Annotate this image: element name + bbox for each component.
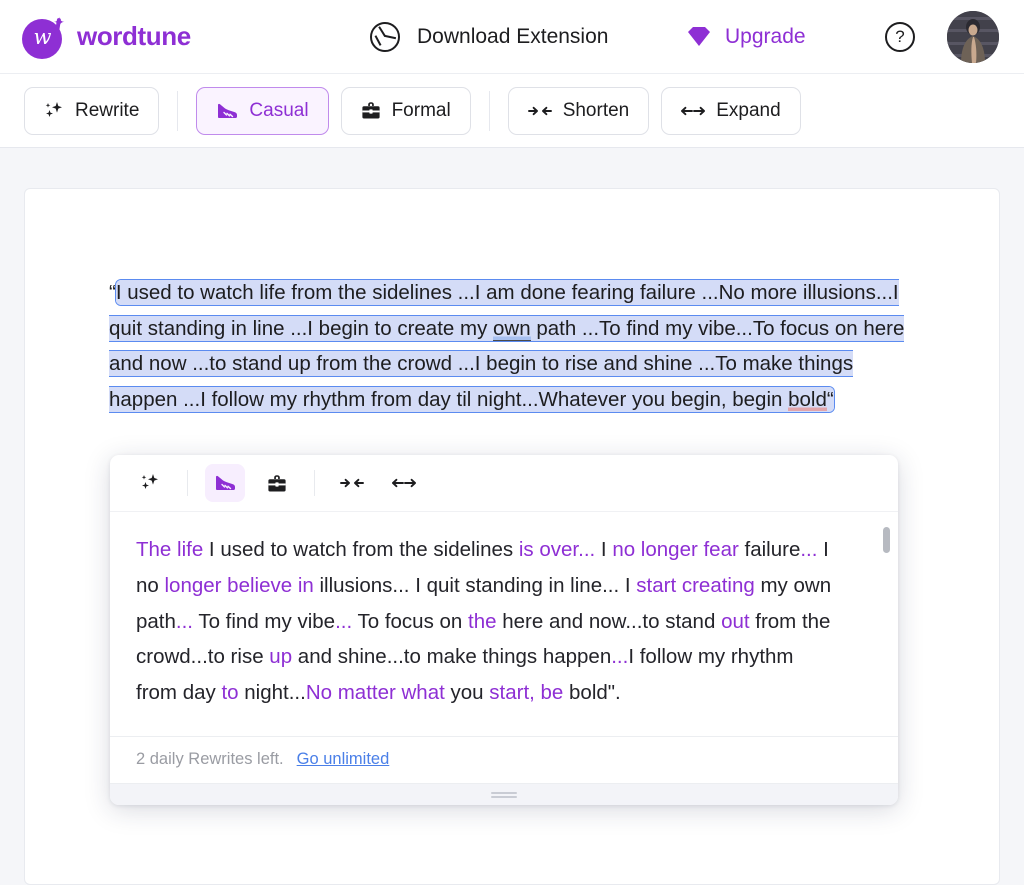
suggestion-plain-segment: failure [739,538,801,561]
suggestion-plain-segment: illusions... I quit standing in line... … [314,574,636,597]
casual-label: Casual [249,100,308,122]
go-unlimited-link[interactable]: Go unlimited [297,750,390,769]
suggestion-plain-segment: To focus on [352,610,468,633]
suggestion-changed-segment: The life [136,538,203,561]
selected-text[interactable]: I used to watch life from the sidelines … [109,280,904,412]
popup-divider-2 [314,470,315,496]
suggestion-plain-segment: I [595,538,612,561]
brand-name: wordtune [77,21,191,52]
chrome-icon [370,22,400,52]
suggestion-changed-segment: up [269,645,292,668]
suggestion-changed-segment: ... [611,645,628,668]
suggestion-changed-segment: ... [800,538,817,561]
suggestion-changed-segment: No matter what [306,681,445,704]
suggestion-plain-segment: night... [239,681,306,704]
popup-casual-button[interactable] [205,464,245,502]
suggestion-plain-segment: here and now...to stand [497,610,722,633]
expand-button[interactable]: Expand [661,87,800,135]
download-extension-label: Download Extension [417,25,608,49]
suggestion-popup[interactable]: The life I used to watch from the sideli… [110,455,898,805]
arrows-in-icon [340,476,364,490]
popup-divider-1 [187,470,188,496]
briefcase-icon [267,474,287,493]
suggestion-plain-segment: you [445,681,489,704]
arrows-out-icon [681,104,705,118]
suggestion-changed-segment: is over... [519,538,595,561]
suggestion-plain-segment: To find my vibe [193,610,335,633]
sneaker-icon [214,474,236,492]
suggestion-changed-segment: ... [176,610,193,633]
sneaker-icon [216,102,238,120]
quota-label: 2 daily Rewrites left. [136,750,284,769]
toolbar-divider-1 [177,91,178,131]
briefcase-icon [361,101,381,120]
suggestion-changed-segment: no longer fear [612,538,739,561]
shorten-label: Shorten [563,100,630,122]
suggestion-changed-segment: start creating [636,574,755,597]
shorten-button[interactable]: Shorten [508,87,650,135]
sparkle-icon [140,473,160,493]
popup-resize-grip[interactable] [110,783,898,805]
rewrite-button[interactable]: Rewrite [24,87,159,135]
help-label: ? [895,27,904,47]
spellcheck-word-own[interactable]: own [493,317,531,341]
download-extension-button[interactable]: Download Extension [370,22,608,52]
suggestion-changed-segment: the [468,610,497,633]
vertical-scrollbar-thumb[interactable] [883,527,890,553]
popup-formal-button[interactable] [257,464,297,502]
popup-shorten-button[interactable] [332,464,372,502]
suggestion-text[interactable]: The life I used to watch from the sideli… [136,532,836,711]
suggestion-body[interactable]: The life I used to watch from the sideli… [110,512,898,736]
popup-expand-button[interactable] [384,464,424,502]
formal-label: Formal [392,100,451,122]
help-icon[interactable]: ? [885,22,915,52]
gem-icon [687,26,711,47]
open-quote: “ [109,281,116,304]
suggestion-changed-segment: ... [335,610,352,633]
document-text[interactable]: “I used to watch life from the sidelines… [109,275,919,417]
arrows-out-icon [392,476,416,490]
suggestion-changed-segment: to [221,681,238,704]
suggestion-plain-segment: and shine...to make things happen [292,645,611,668]
rewrite-toolbar: Rewrite Casual Formal Shorten [0,74,1024,148]
drag-handle-icon [491,792,517,798]
suggestion-plain-segment: bold". [563,681,620,704]
suggestion-changed-segment: start, be [489,681,563,704]
popup-rewrite-button[interactable] [130,464,170,502]
app-header: w ✦ wordtune Download Extension Upgrade … [0,0,1024,74]
upgrade-button[interactable]: Upgrade [687,25,806,49]
sparkle-icon [44,101,64,121]
toolbar-divider-2 [489,91,490,131]
close-quote: “ [827,388,834,411]
grammar-word-bold[interactable]: bold [788,388,827,411]
wordtune-logo-icon: w ✦ [22,15,66,59]
popup-toolbar [110,455,898,512]
suggestion-plain-segment: I used to watch from the sidelines [203,538,519,561]
suggestion-changed-segment: out [721,610,750,633]
arrows-in-icon [528,104,552,118]
suggestion-changed-segment: longer believe in [165,574,314,597]
rewrite-label: Rewrite [75,100,139,122]
formal-button[interactable]: Formal [341,87,471,135]
brand-logo[interactable]: w ✦ wordtune [22,15,191,59]
casual-button[interactable]: Casual [196,87,328,135]
popup-footer: 2 daily Rewrites left. Go unlimited [110,736,898,783]
expand-label: Expand [716,100,780,122]
upgrade-label: Upgrade [725,25,806,49]
avatar[interactable] [947,11,999,63]
